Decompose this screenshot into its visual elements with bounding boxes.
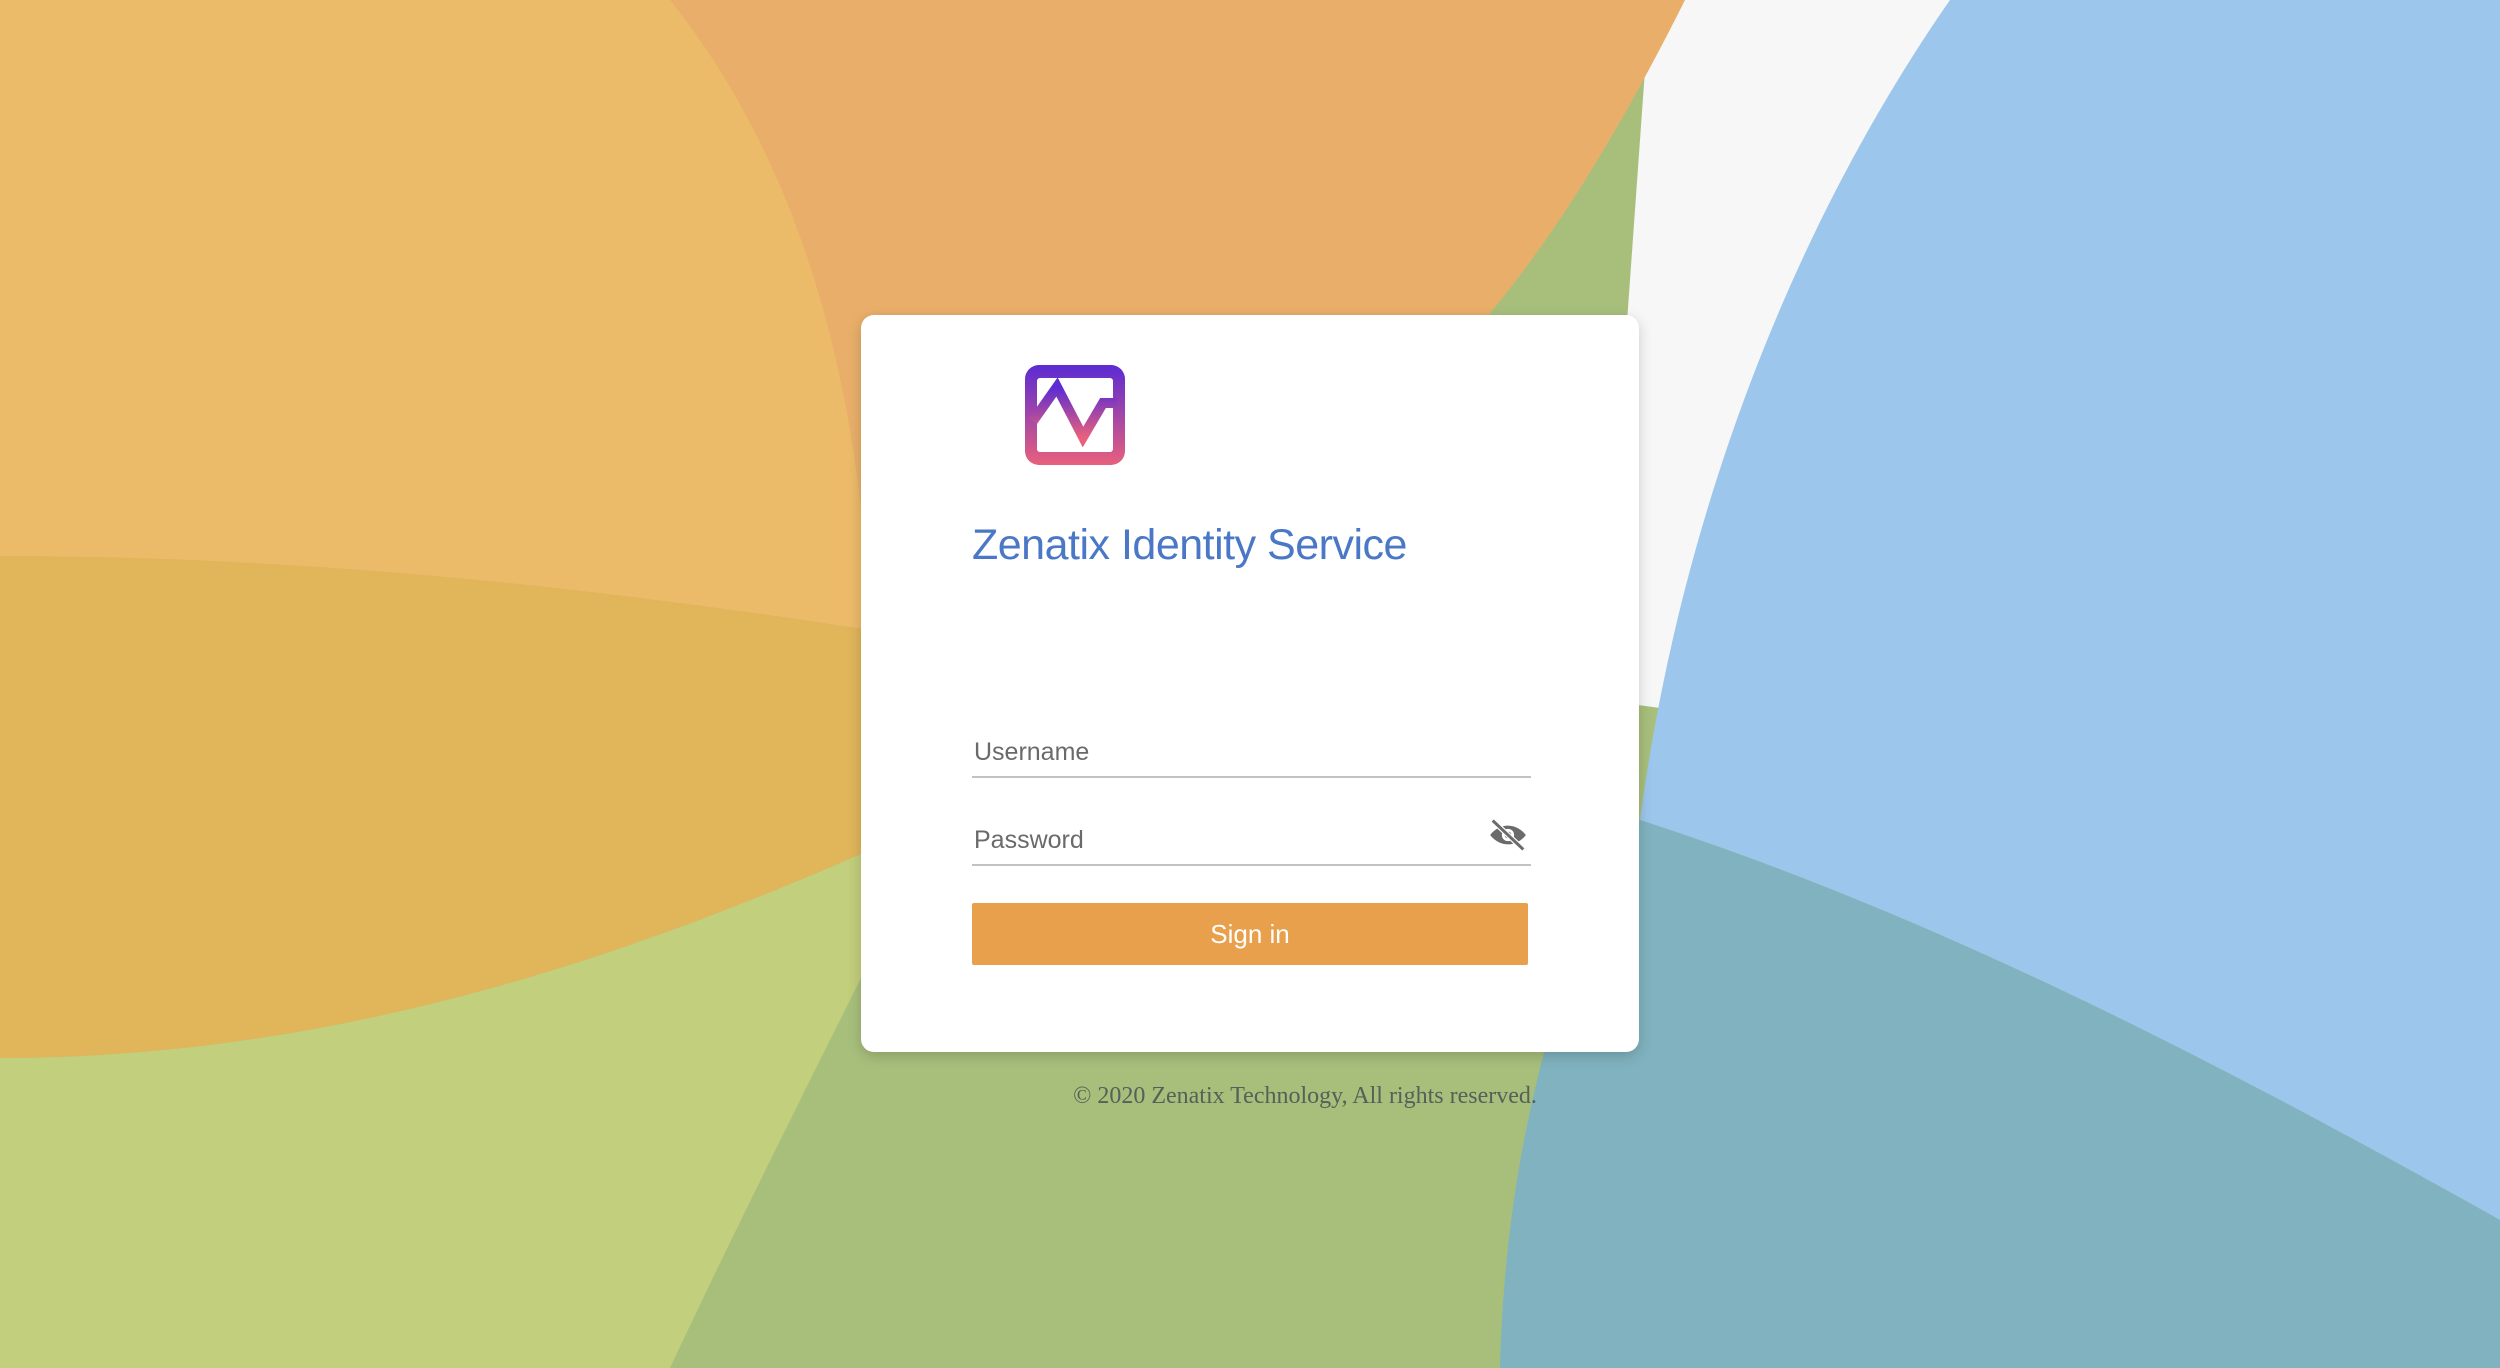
password-field (972, 798, 1531, 866)
eye-off-icon[interactable] (1487, 818, 1529, 852)
login-card: Zenatix Identity Service Sign in (861, 315, 1639, 1052)
sign-in-button[interactable]: Sign in (972, 903, 1528, 965)
username-field (972, 710, 1531, 778)
copyright-text: © 2020 Zenatix Technology, All rights re… (1073, 1083, 1537, 1109)
page-title: Zenatix Identity Service (972, 521, 1407, 569)
username-input[interactable] (972, 732, 1466, 772)
zenatix-logo-icon (1025, 365, 1125, 465)
password-input[interactable] (972, 820, 1466, 860)
